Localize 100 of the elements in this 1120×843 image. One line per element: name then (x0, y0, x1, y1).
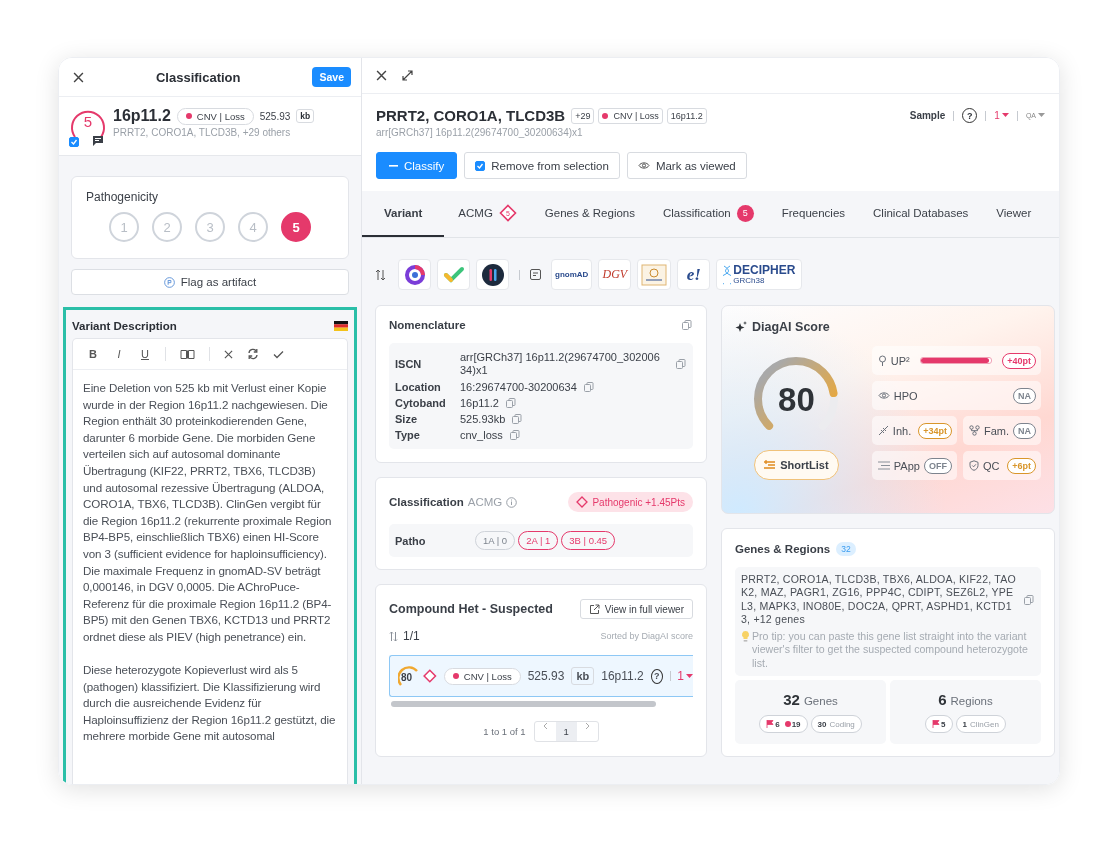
close-icon[interactable] (224, 349, 233, 359)
expand-icon[interactable] (402, 70, 413, 81)
copy-icon[interactable] (504, 397, 517, 409)
check-icon[interactable] (273, 349, 284, 359)
external-link-icon (588, 603, 600, 615)
score-value: 80 (401, 672, 413, 683)
book-icon[interactable] (180, 348, 195, 360)
family-tree-icon (968, 425, 980, 436)
iscn-subtitle: arr[GRCh37] 16p11.2(29674700_30200634)x1 (376, 127, 584, 138)
field-value: 16p11.2 (460, 397, 499, 409)
tab[interactable]: Classification 5 (649, 191, 768, 237)
count-dropdown[interactable]: 1 (994, 110, 1009, 121)
description-paragraph: Diese heterozygote Kopieverlust wird als 5 (pathogen) klassifiziert. Die Klassifizierung wird durch die ausreichende Evidenz für Haploinsuffizienz der Region 16p11.2 gestützt, die mehrere morbide Gene mit autosomal (83, 662, 337, 745)
tab[interactable]: Frequencies (767, 191, 860, 237)
description-paragraph: Eine Deletion von 525 kb mit Verlust einer Kopie wurde in der Region 16p11.2 nachgewiesen. Die Region enthält 30 proteinkodierenden Gene, darunter 6 morbide Gene. Die morbiden Gene verteilen sich auf autosomal dominante Übertragung (KIF22, PRRT2, TBX6, TLCD3B) und autosomal rezessive Übertragung (ALDOA, CORO1A, TBX6, TLCD3B). ClinGen vergibt für die Region 16p11.2 (rekurrente proximale Region BP4-BP5, einschließlich TBX6) einen HI-Score von 3 (sufficient evidence for haploinsufficiency). Die maximale Frequenz in gnomAD-SV beträgt 0,000146, in DGV 0,0005. Die AChroPuce-Referenz für die proximale Region 16p11.2 (BP4-BP5) mit den Genen TBX6, KCTD13 und PRRT2 ordnet diese als PIEV (high penetrance) ein. (83, 380, 333, 645)
copy-icon[interactable] (1023, 593, 1035, 606)
sort-icon[interactable] (375, 268, 386, 281)
format-button[interactable]: B (87, 348, 99, 360)
format-button[interactable]: U (139, 348, 151, 360)
full-viewer-button[interactable]: View in full viewer (579, 599, 693, 619)
size-unit: kb (296, 109, 315, 123)
caret-icon (686, 673, 693, 679)
stat-label: Genes (803, 695, 838, 708)
mark-viewed-button[interactable]: Mark as viewed (626, 152, 747, 179)
copy-icon[interactable] (582, 381, 595, 393)
database-logo[interactable] (476, 259, 509, 290)
comment-icon[interactable] (92, 135, 104, 146)
field-label: Cytoband (395, 397, 447, 409)
checkbox[interactable] (475, 160, 486, 171)
field-value: 525.93kb (460, 413, 506, 425)
copy-icon[interactable] (508, 429, 521, 441)
variant-tag: +29 (571, 107, 595, 124)
tab[interactable]: Viewer (982, 191, 1046, 237)
card-title: Compound Het - Suspected (389, 602, 553, 616)
variant-type-badge: CNV | Loss (176, 107, 254, 125)
flag-icon[interactable] (334, 321, 348, 331)
field-value: 16:29674700-30200634 (460, 381, 577, 393)
variant-tag: 16p11.2 (666, 107, 707, 124)
database-logo[interactable]: DGV (598, 259, 632, 290)
remove-selection-button[interactable]: Remove from selection (464, 152, 620, 179)
factor-label: UP² (890, 354, 911, 367)
caret-icon (1038, 113, 1045, 118)
copy-icon[interactable] (681, 319, 693, 331)
page-button[interactable]: 1 (555, 722, 577, 741)
card-title: DiagAI Score (752, 320, 830, 334)
size-unit: kb (571, 667, 595, 685)
tab[interactable]: Variant (362, 191, 445, 237)
sort-icon[interactable] (389, 630, 398, 642)
field-value: cnv_loss (460, 429, 503, 441)
eye-icon (877, 391, 890, 400)
eye-icon (637, 161, 650, 170)
variant-size: 525.93 (527, 669, 565, 683)
close-icon[interactable] (376, 70, 387, 81)
sort-note: Sorted by DiagAI score (600, 631, 693, 641)
factor-label: PApp (893, 459, 920, 472)
field-value: arr[GRCh37] 16p11.2(29674700_30200634)x1 (460, 351, 660, 377)
verdict-badge: Pathogenic +1.45Pts (568, 492, 693, 512)
variant-type-tag: CNV | Loss (598, 107, 663, 124)
close-icon[interactable] (73, 71, 84, 83)
card-title: Classification (389, 496, 464, 508)
tab[interactable]: Genes & Regions (530, 191, 649, 237)
row-label: Patho (395, 534, 427, 547)
format-button[interactable]: I (113, 348, 125, 360)
count-dropdown[interactable]: 1 (677, 669, 693, 683)
tab[interactable]: Clinical Databases (859, 191, 983, 237)
database-logo[interactable] (398, 259, 431, 290)
pro-tip: Pro tip: you can paste this gene list straight into the variant viewer's filter to get the suspected compound heterozygote list. (752, 630, 1029, 671)
page-range: 1 to 1 of 1 (483, 726, 526, 737)
pathogenicity-option[interactable]: 5 (281, 212, 311, 242)
factor-value: +34pt (918, 422, 952, 439)
pin-icon (877, 355, 887, 366)
database-logo[interactable]: e! (677, 259, 711, 290)
gene-list: PRRT2, CORO1A, TLCD3B, TBX6, ALDOA, KIF22, TAOK2, MAZ, PAGR1, ZG16, PPP4C, CDIPT, SEZ6L2, YPEL3, MAPK3, INO80E, DOC2A, QPRT, ASPHD1, KCTD13, +12 genes (741, 573, 1019, 627)
field-label: ISCN (395, 358, 423, 370)
sparkle-icon (735, 321, 747, 333)
factor-value: +40pt (1002, 352, 1036, 369)
lightbulb-icon (741, 630, 750, 644)
result-count: 1/1 (403, 629, 420, 643)
scrollbar[interactable] (391, 701, 656, 707)
refresh-icon[interactable] (247, 348, 259, 360)
sample-label[interactable]: Sample (909, 110, 946, 121)
stat-pill: 5 (925, 715, 953, 734)
shortlist-button[interactable]: ShortList (754, 450, 839, 480)
database-logo[interactable]: gnomAD (551, 259, 593, 290)
note-icon[interactable] (530, 269, 541, 280)
list-icon (764, 460, 776, 470)
copy-icon[interactable] (675, 358, 687, 370)
copy-icon[interactable] (511, 413, 524, 425)
variant-title: PRRT2, CORO1A, TLCD3B (376, 107, 566, 124)
database-logo[interactable]: DECIPHER GRCh38 (716, 259, 803, 290)
factor-value: +6pt (1007, 457, 1036, 474)
field-label: Location (395, 381, 442, 393)
diamond-icon (423, 667, 437, 685)
flag-artifact-button[interactable]: Flag as artifact (71, 269, 349, 295)
variant-row[interactable]: 80 CNV | Loss 525.93 kb 16p11.2 ? 1 (389, 655, 693, 697)
reviewed-checkbox[interactable] (69, 137, 79, 147)
info-icon[interactable] (506, 496, 518, 508)
card-subtitle: ACMG (467, 496, 503, 508)
minus-icon (389, 164, 398, 167)
card-title: Genes & Regions (735, 543, 831, 555)
